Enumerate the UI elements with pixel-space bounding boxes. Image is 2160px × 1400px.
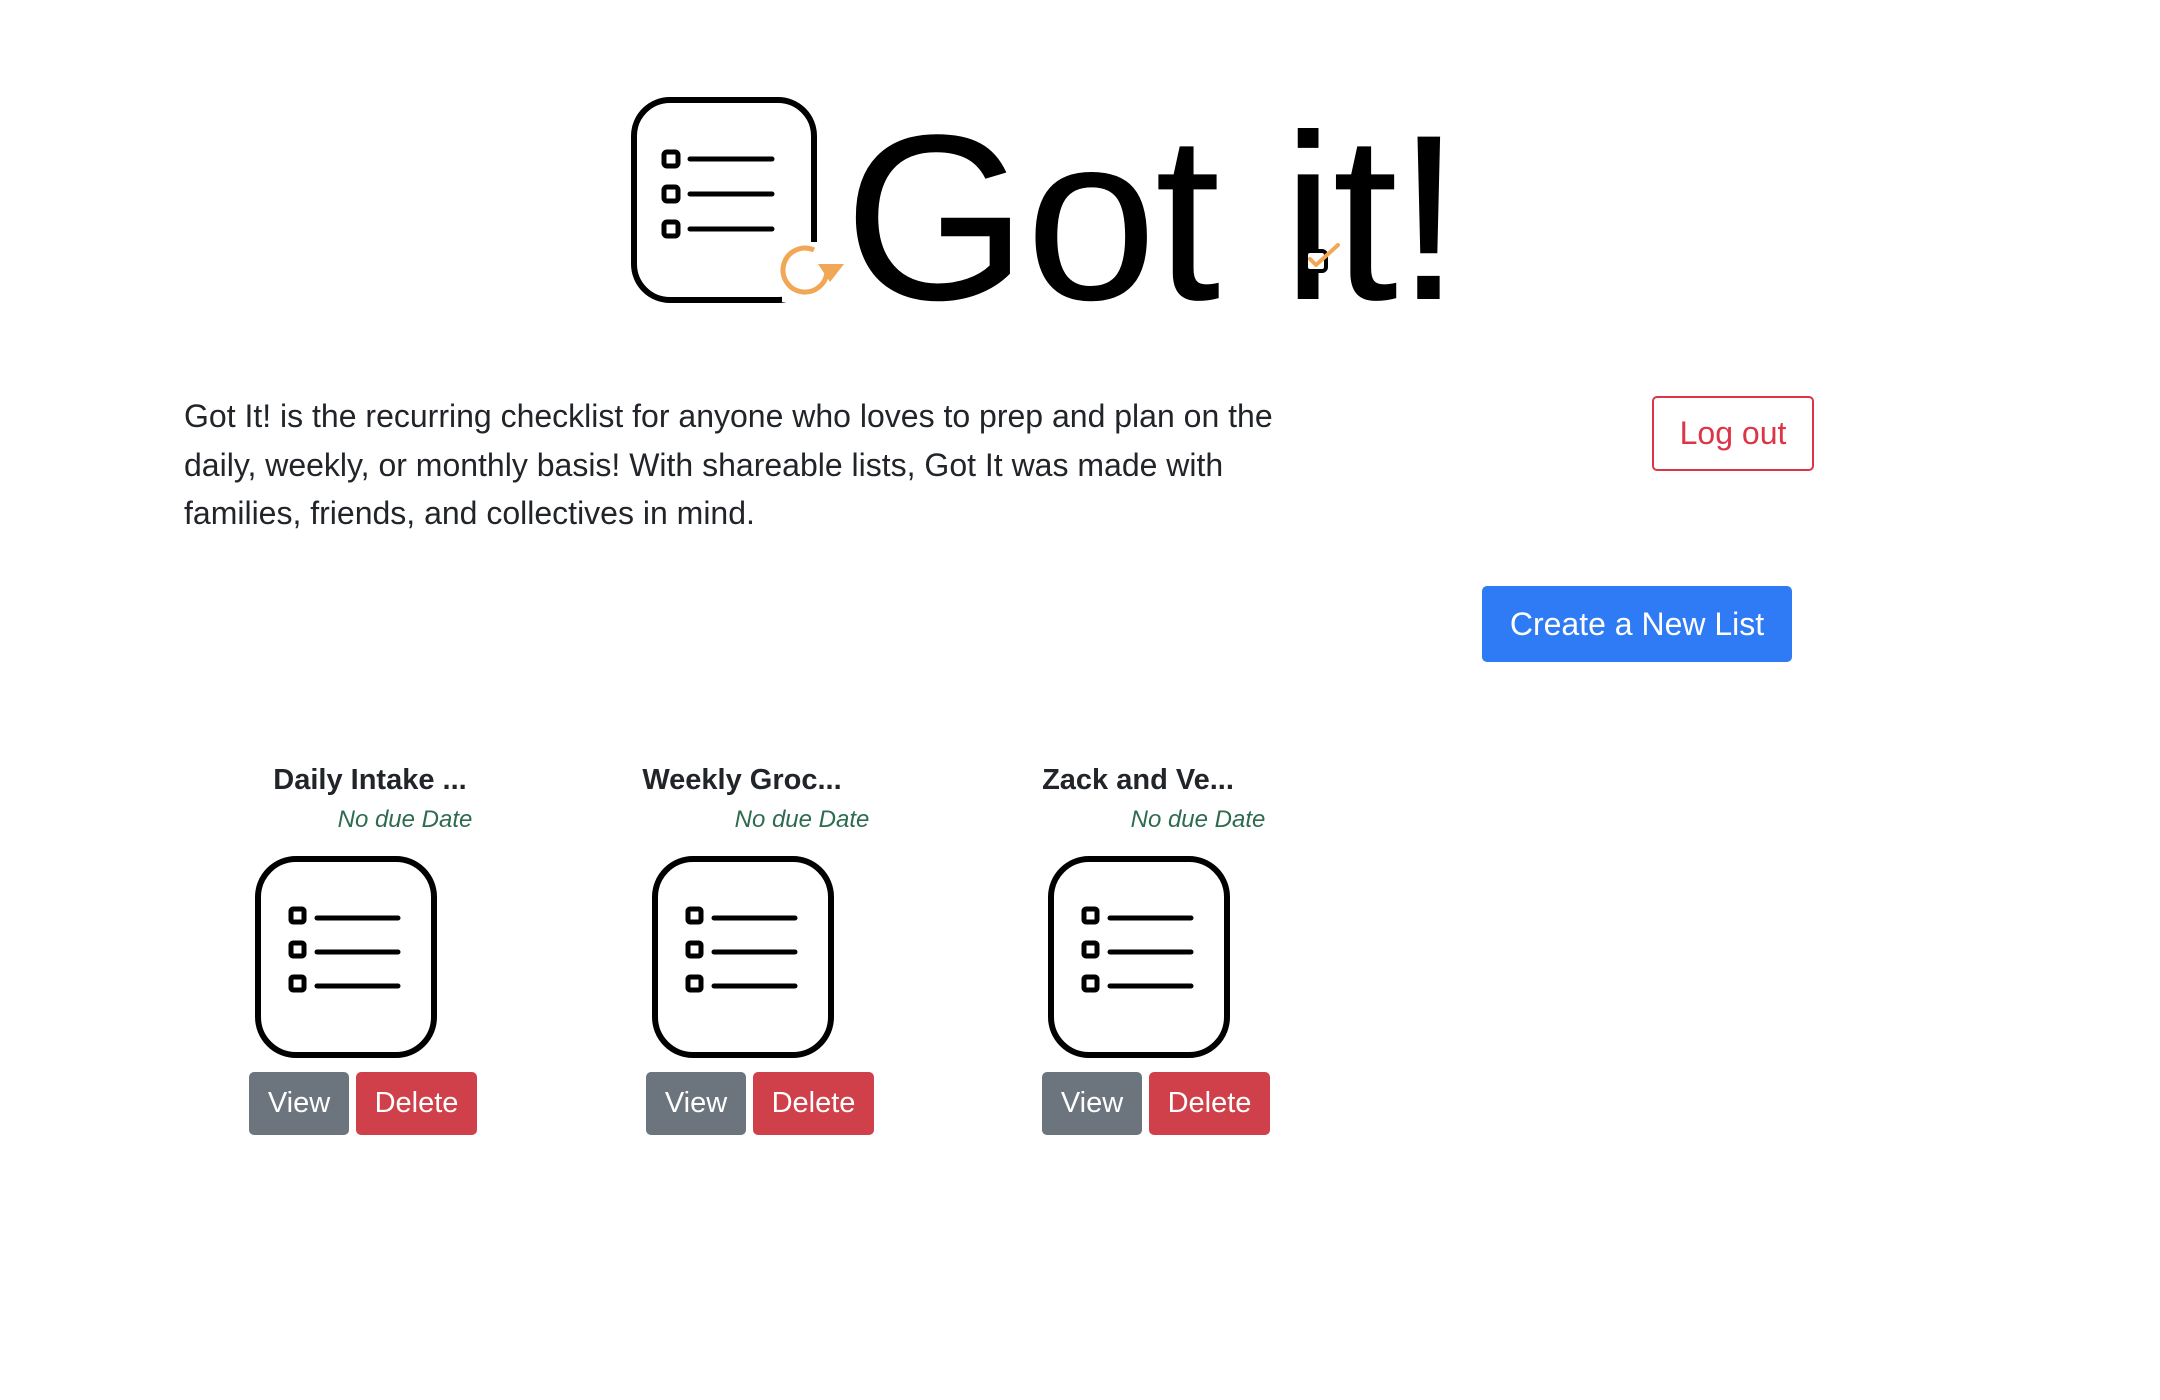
list-title: Weekly Groc... [642,764,842,796]
checkbox-check-icon [1304,243,1340,273]
logo-text: Got it! [844,86,1462,350]
list-card: Zack and Ve... No due Date View Delete [1003,764,1323,1144]
logout-button[interactable]: Log out [1652,396,1814,471]
view-list-button[interactable]: View [646,1072,746,1135]
list-title: Zack and Ve... [1042,764,1234,796]
list-due-date: No due Date [337,806,473,833]
page: Got it! Got It! is the recurring checkli… [0,0,2160,1400]
view-list-button[interactable]: View [249,1072,349,1135]
list-title: Daily Intake ... [273,764,467,796]
list-card: Daily Intake ... No due Date View Delete [210,764,530,1144]
delete-list-button[interactable]: Delete [753,1072,874,1135]
checklist-refresh-icon [631,97,844,303]
checklist-icon [1048,856,1230,1058]
list-due-date: No due Date [734,806,870,833]
app-logo: Got it! [622,92,1462,336]
app-description: Got It! is the recurring checklist for a… [184,398,1273,531]
checklist-icon [652,856,834,1058]
checklist-icon [255,856,437,1058]
list-due-date: No due Date [1130,806,1266,833]
view-list-button[interactable]: View [1042,1072,1142,1135]
delete-list-button[interactable]: Delete [1149,1072,1270,1135]
delete-list-button[interactable]: Delete [356,1072,477,1135]
create-list-button[interactable]: Create a New List [1482,586,1792,662]
list-card: Weekly Groc... No due Date View Delete [607,764,927,1144]
